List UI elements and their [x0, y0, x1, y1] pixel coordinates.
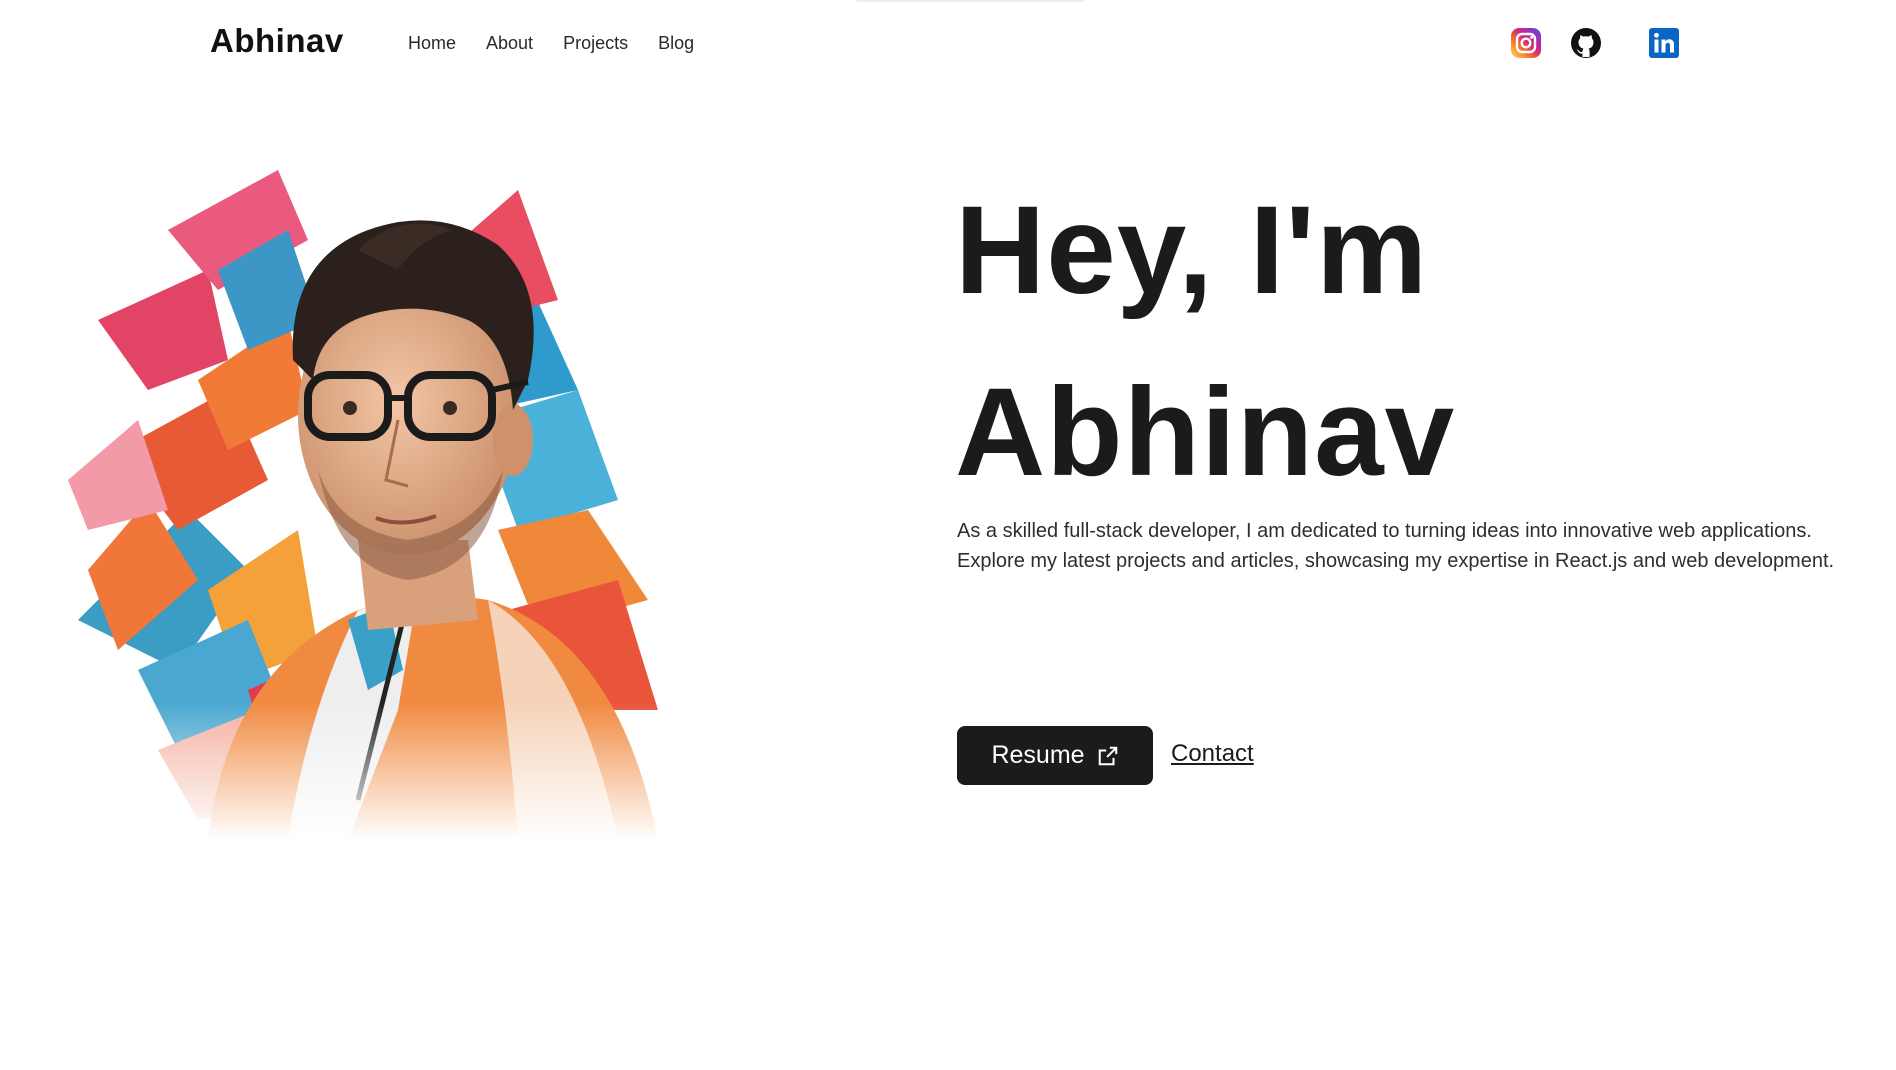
social-links [1510, 27, 1680, 59]
nav-blog[interactable]: Blog [658, 33, 694, 54]
site-logo[interactable]: Abhinav [210, 22, 344, 60]
hero-heading-line2: Abhinav [955, 363, 1456, 502]
instagram-icon[interactable] [1510, 27, 1542, 59]
github-icon[interactable] [1570, 27, 1602, 59]
nav-about[interactable]: About [486, 33, 533, 54]
hero-heading-line1: Hey, I'm [955, 181, 1429, 320]
resume-button-label: Resume [991, 741, 1085, 769]
resume-button[interactable]: Resume [957, 726, 1153, 785]
page: Abhinav Home About Projects Blog Hey, I'… [0, 0, 1896, 1070]
linkedin-icon[interactable] [1648, 27, 1680, 59]
nav-projects[interactable]: Projects [563, 33, 628, 54]
main-nav: Home About Projects Blog [408, 33, 694, 54]
hero-description: As a skilled full-stack developer, I am … [957, 520, 1835, 572]
site-header: Abhinav Home About Projects Blog [0, 0, 1896, 90]
contact-link[interactable]: Contact [1171, 740, 1254, 768]
profile-portrait-image [58, 150, 758, 840]
external-link-icon [1098, 746, 1117, 765]
nav-home[interactable]: Home [408, 33, 456, 54]
hero-heading: Hey, I'm Abhinav [955, 160, 1455, 524]
